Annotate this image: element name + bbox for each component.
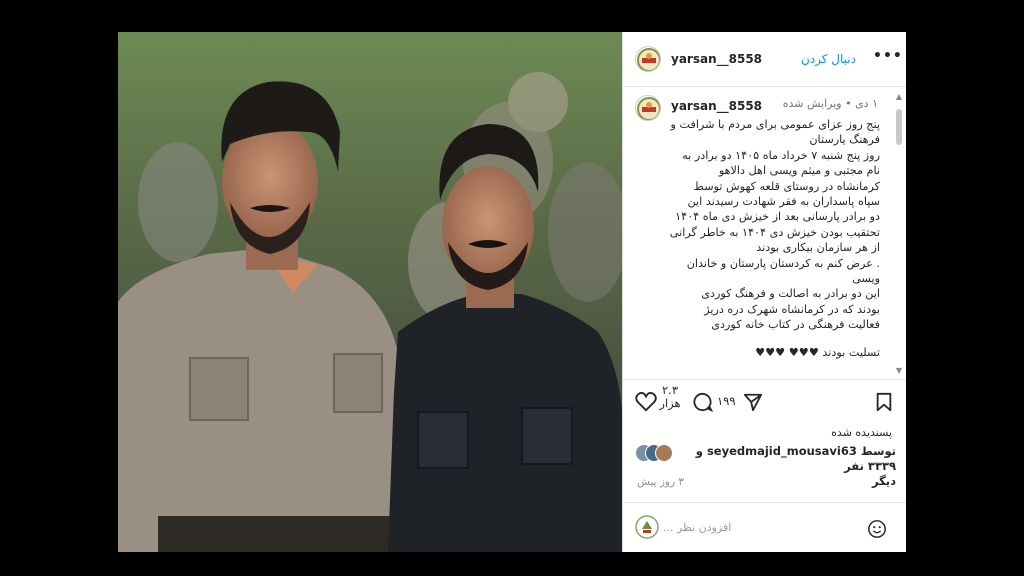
comment-icon[interactable]: [693, 392, 713, 412]
liker-avatar[interactable]: [655, 444, 673, 462]
post-photo[interactable]: [118, 32, 622, 552]
bookmark-icon[interactable]: [875, 392, 893, 412]
liked-by-label: پسندیده شده: [831, 426, 892, 439]
avatar[interactable]: [635, 46, 661, 72]
likes-section: پسندیده شده توسط seyedmajid_mousavi63 و …: [623, 424, 906, 488]
scroll-down-arrow-icon[interactable]: ▼: [895, 367, 903, 375]
post-header: yarsan__8558 دنبال کردن •••: [623, 32, 906, 87]
heart-icon[interactable]: [635, 392, 657, 412]
instagram-post: yarsan__8558 دنبال کردن ••• yarsan__8558…: [118, 32, 906, 552]
scrollbar[interactable]: ▲ ▼: [895, 93, 904, 375]
post-side-panel: yarsan__8558 دنبال کردن ••• yarsan__8558…: [622, 32, 906, 552]
account-logo-icon: [635, 515, 659, 539]
post-time[interactable]: ۳ روز پیش: [637, 476, 684, 488]
likes-count: ۲.۳ هزار: [659, 383, 681, 410]
logo-icon: [637, 48, 660, 71]
more-options-icon[interactable]: •••: [873, 48, 903, 64]
scroll-thumb[interactable]: [896, 109, 902, 145]
caption-text: پنج روز عزای عمومی برای مردم با شرافت و …: [669, 118, 880, 332]
post-photo-image: [118, 32, 622, 552]
scroll-up-arrow-icon[interactable]: ▲: [895, 93, 903, 101]
action-bar: ۲.۳ هزار ۱۹۹: [623, 380, 906, 424]
emoji-icon[interactable]: [867, 519, 887, 539]
comment-input[interactable]: افزودن نظر ...: [663, 521, 731, 534]
caption-area: yarsan__8558 ۱ دی • ویرایش شده پنج روز ع…: [623, 87, 906, 380]
follow-button[interactable]: دنبال کردن: [801, 52, 856, 66]
comment-bar: افزودن نظر ...: [623, 502, 906, 553]
caption-meta: ۱ دی • ویرایش شده: [782, 97, 878, 110]
username[interactable]: yarsan__8558: [671, 52, 762, 66]
comments-count: ۱۹۹: [717, 394, 736, 408]
caption-end: تسلیت بودند ♥♥♥ ♥♥♥: [755, 346, 880, 359]
share-icon[interactable]: [743, 392, 763, 412]
liked-by-text[interactable]: توسط seyedmajid_mousavi63 و ۳۳۳۹ نفر دیگ…: [686, 444, 896, 489]
caption-username[interactable]: yarsan__8558: [671, 99, 762, 113]
